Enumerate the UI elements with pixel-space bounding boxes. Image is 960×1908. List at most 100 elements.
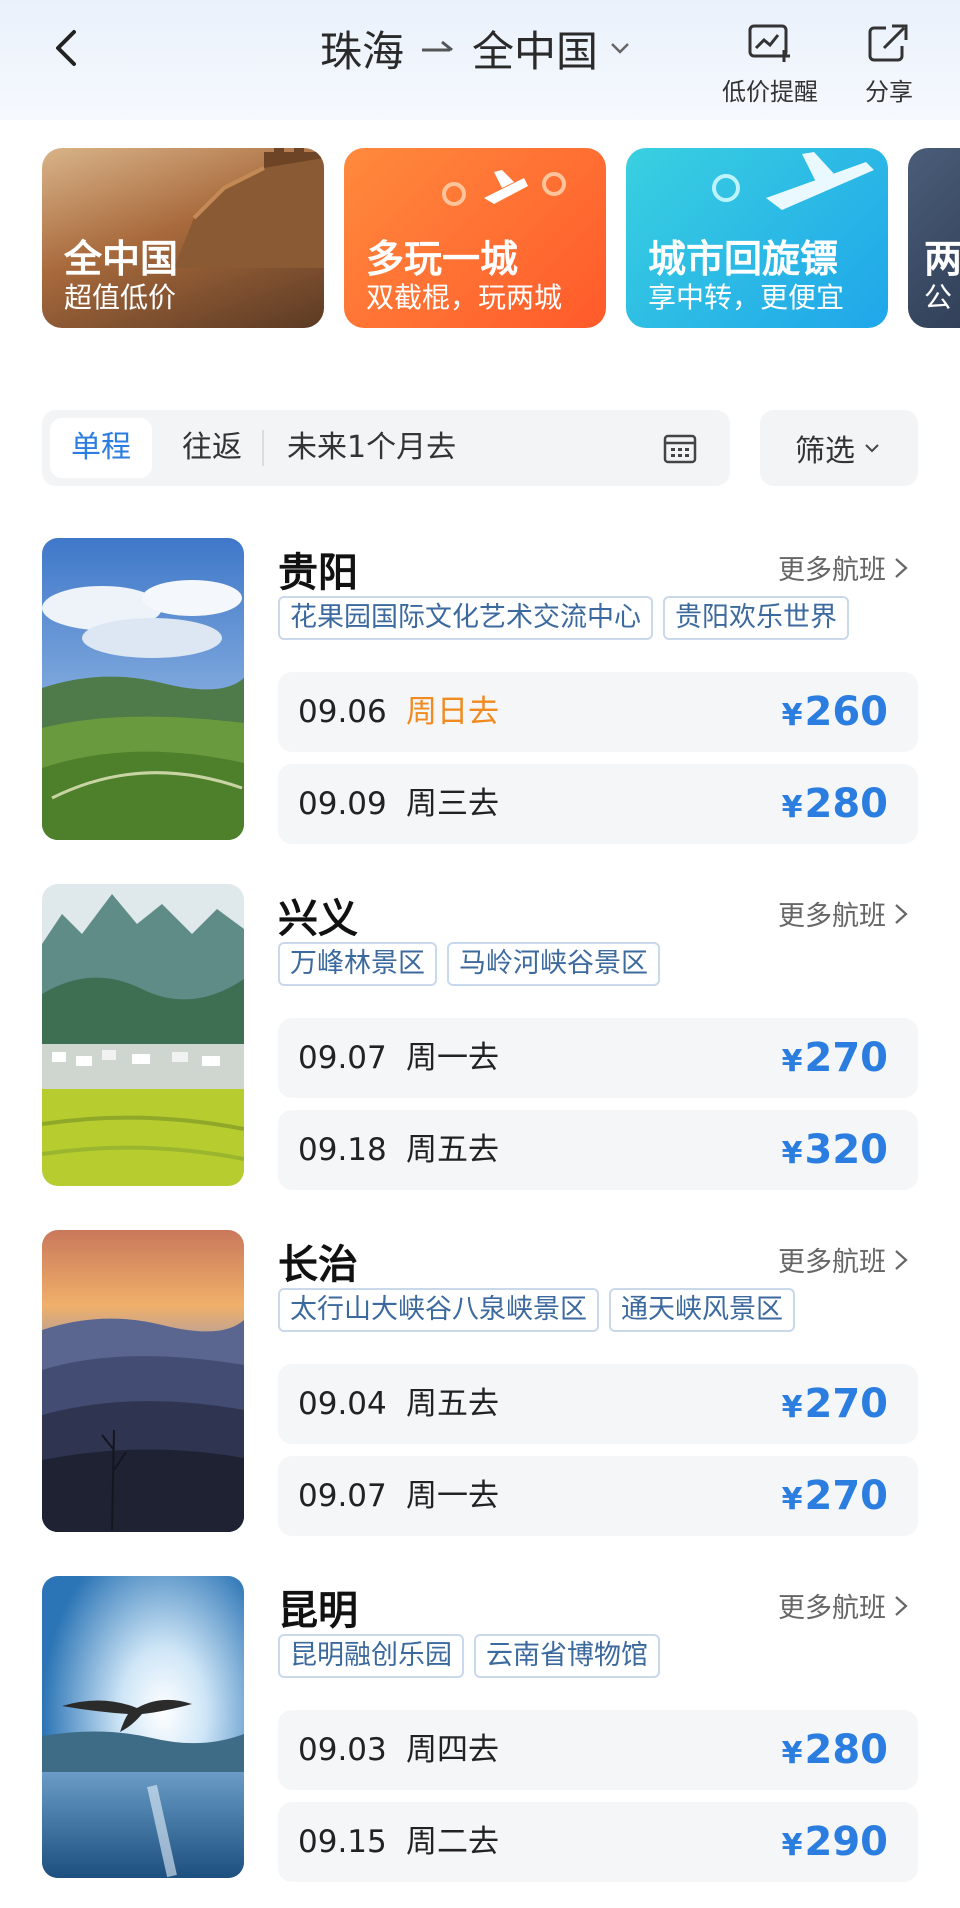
destination-city-name: 贵阳 — [278, 550, 358, 596]
price-alert-label: 低价提醒 — [722, 78, 818, 106]
price-value: 270 — [804, 1381, 889, 1427]
share-label: 分享 — [865, 78, 913, 106]
flight-option[interactable]: 09.03 周四去 ¥280 — [278, 1710, 918, 1790]
flight-date: 09.07 — [298, 1040, 387, 1076]
tab-one-way[interactable]: 单程 — [50, 418, 152, 478]
banner-title: 城市回旋镖 — [648, 237, 839, 281]
currency-symbol: ¥ — [781, 790, 803, 825]
price-value: 270 — [804, 1035, 889, 1081]
more-flights-label: 更多航班 — [778, 901, 886, 932]
currency-symbol: ¥ — [781, 1044, 803, 1079]
destination-card[interactable]: 兴义 更多航班 万峰林景区 马岭河峡谷景区 09.07 周一去 ¥270 09.… — [0, 884, 960, 1194]
currency-symbol: ¥ — [781, 1482, 803, 1517]
banner-city-boomerang[interactable]: 城市回旋镖 享中转，更便宜 — [626, 148, 888, 328]
top-nav-bar: 珠海 全中国 低价提醒 分享 — [0, 0, 960, 120]
flight-date: 09.15 — [298, 1824, 387, 1860]
chevron-right-icon — [895, 903, 908, 924]
flight-option[interactable]: 09.04 周五去 ¥270 — [278, 1364, 918, 1444]
trip-type-bar: 单程 往返 未来1个月去 — [42, 410, 730, 486]
flight-option[interactable]: 09.15 周二去 ¥290 — [278, 1802, 918, 1882]
flight-date: 09.18 — [298, 1132, 387, 1168]
flight-weekday: 周三去 — [406, 786, 499, 822]
banner-title: 全中国 — [64, 237, 179, 281]
banner-title: 多玩一城 — [366, 237, 519, 281]
flight-option[interactable]: 09.07 周一去 ¥270 — [278, 1018, 918, 1098]
flight-price: ¥260 — [782, 672, 888, 756]
price-value: 280 — [804, 1727, 889, 1773]
attraction-tag[interactable]: 云南省博物馆 — [474, 1634, 660, 1678]
flight-price: ¥280 — [782, 1710, 888, 1794]
price-alert-icon — [748, 24, 790, 62]
calendar-icon[interactable] — [662, 430, 698, 466]
share-icon — [868, 24, 908, 62]
flight-weekday: 周二去 — [406, 1824, 499, 1860]
destination-photo — [42, 884, 244, 1186]
chevron-down-icon — [611, 43, 629, 54]
attraction-tag[interactable]: 太行山大峡谷八泉峡景区 — [278, 1288, 599, 1332]
route-selector[interactable]: 珠海 全中国 — [320, 18, 634, 78]
more-flights-label: 更多航班 — [778, 1247, 886, 1278]
attraction-tag[interactable]: 昆明融创乐园 — [278, 1634, 464, 1678]
attraction-tag[interactable]: 通天峡风景区 — [609, 1288, 795, 1332]
banner-title: 两 — [924, 237, 960, 281]
price-value: 290 — [804, 1819, 889, 1865]
flight-weekday: 周四去 — [406, 1732, 499, 1768]
more-flights-label: 更多航班 — [778, 1593, 886, 1624]
currency-symbol: ¥ — [781, 1736, 803, 1771]
flight-date: 09.07 — [298, 1478, 387, 1514]
share-button[interactable]: 分享 — [864, 20, 914, 107]
price-alert-button[interactable]: 低价提醒 — [722, 20, 818, 107]
attraction-tags: 太行山大峡谷八泉峡景区 通天峡风景区 — [278, 1288, 795, 1332]
chevron-down-icon — [865, 444, 879, 453]
destination-photo — [42, 1576, 244, 1878]
destination-card[interactable]: 贵阳 更多航班 花果园国际文化艺术交流中心 贵阳欢乐世界 09.06 周日去 ¥… — [0, 538, 960, 848]
flight-option[interactable]: 09.06 周日去 ¥260 — [278, 672, 918, 752]
flight-price: ¥270 — [782, 1456, 888, 1540]
banner-subtitle: 公 — [924, 281, 953, 314]
plane-pin-icon — [442, 170, 566, 206]
attraction-tag[interactable]: 马岭河峡谷景区 — [447, 942, 660, 986]
destination-photo — [42, 1230, 244, 1532]
attraction-tag[interactable]: 万峰林景区 — [278, 942, 437, 986]
flight-option[interactable]: 09.07 周一去 ¥270 — [278, 1456, 918, 1536]
more-flights-label: 更多航班 — [778, 555, 886, 586]
filter-button[interactable]: 筛选 — [760, 410, 918, 486]
banner-partial[interactable]: 两 公 — [908, 148, 960, 328]
divider — [262, 430, 264, 466]
flight-option[interactable]: 09.09 周三去 ¥280 — [278, 764, 918, 844]
chevron-right-icon — [895, 557, 908, 578]
flight-price: ¥280 — [782, 764, 888, 848]
more-flights-link[interactable]: 更多航班 — [778, 1240, 910, 1279]
back-arrow-icon[interactable] — [40, 20, 96, 76]
destination-card[interactable]: 昆明 更多航班 昆明融创乐园 云南省博物馆 09.03 周四去 ¥280 09.… — [0, 1576, 960, 1886]
banner-multi-city[interactable]: 多玩一城 双截棍，玩两城 — [344, 148, 606, 328]
chevron-right-icon — [895, 1595, 908, 1616]
promo-banner-carousel: 全中国 超值低价 多玩一城 双截棍，玩两城 城市回旋镖 享中转，更便宜 两 公 — [0, 148, 960, 328]
flight-price: ¥270 — [782, 1018, 888, 1102]
chevron-right-icon — [895, 1249, 908, 1270]
currency-symbol: ¥ — [781, 1136, 803, 1171]
date-range-selector[interactable]: 未来1个月去 — [287, 418, 456, 478]
currency-symbol: ¥ — [781, 1390, 803, 1425]
more-flights-link[interactable]: 更多航班 — [778, 894, 910, 933]
attraction-tag[interactable]: 花果园国际文化艺术交流中心 — [278, 596, 653, 640]
flight-weekday: 周日去 — [406, 694, 499, 730]
flight-option[interactable]: 09.18 周五去 ¥320 — [278, 1110, 918, 1190]
more-flights-link[interactable]: 更多航班 — [778, 1586, 910, 1625]
attraction-tags: 花果园国际文化艺术交流中心 贵阳欢乐世界 — [278, 596, 849, 640]
flight-price: ¥270 — [782, 1364, 888, 1448]
destination-photo — [42, 538, 244, 840]
attraction-tag[interactable]: 贵阳欢乐世界 — [663, 596, 849, 640]
price-value: 260 — [804, 689, 889, 735]
flight-date: 09.04 — [298, 1386, 387, 1422]
attraction-tags: 昆明融创乐园 云南省博物馆 — [278, 1634, 660, 1678]
price-value: 280 — [804, 781, 889, 827]
banner-all-china[interactable]: 全中国 超值低价 — [42, 148, 324, 328]
flight-weekday: 周五去 — [406, 1132, 499, 1168]
banner-subtitle: 超值低价 — [64, 281, 177, 314]
destination-city-name: 长治 — [278, 1242, 358, 1288]
flight-date: 09.09 — [298, 786, 387, 822]
destination-card[interactable]: 长治 更多航班 太行山大峡谷八泉峡景区 通天峡风景区 09.04 周五去 ¥27… — [0, 1230, 960, 1540]
more-flights-link[interactable]: 更多航班 — [778, 548, 910, 587]
tab-round-trip[interactable]: 往返 — [162, 418, 262, 478]
